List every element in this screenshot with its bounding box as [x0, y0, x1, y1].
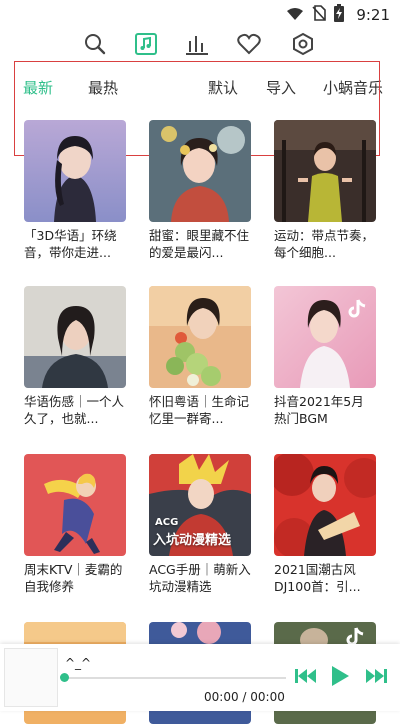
playlist-cover — [274, 286, 376, 388]
playlist-title: 怀旧粤语｜生命记忆里一群寄... — [149, 394, 250, 426]
progress-knob[interactable] — [60, 673, 69, 682]
playlist-cover — [274, 454, 376, 556]
top-tabs — [0, 32, 400, 62]
player-cover[interactable] — [4, 648, 58, 707]
playlist-card[interactable]: 怀旧粤语｜生命记忆里一群寄... — [149, 286, 251, 427]
playlist-title: 运动：带点节奏，每个细胞... — [274, 228, 375, 260]
wifi-icon — [286, 6, 304, 25]
playlist-cover — [24, 120, 126, 222]
previous-icon — [294, 667, 318, 689]
playlist-cover: ACG 入坑动漫精选 — [149, 454, 251, 556]
status-bar: 9:21 — [0, 0, 400, 30]
playlist-card[interactable]: 「3D华语」环绕音，带你走进... — [24, 120, 126, 261]
previous-button[interactable] — [292, 664, 320, 692]
playlist-card[interactable]: 抖音2021年5月热门BGM — [274, 286, 376, 427]
tab-search[interactable] — [81, 32, 109, 60]
playlist-card[interactable]: 运动：带点节奏，每个细胞... — [274, 120, 376, 261]
playlist-card[interactable]: 周末KTV｜麦霸的自我修养 — [24, 454, 126, 595]
playlist-cover — [149, 120, 251, 222]
playlist-title: 周末KTV｜麦霸的自我修养 — [24, 562, 123, 594]
battery-charging-icon — [334, 4, 345, 26]
player-time: 00:00 / 00:00 — [204, 690, 285, 704]
cover-overlay-small: ACG — [155, 517, 179, 528]
playlist-title: 抖音2021年5月热门BGM — [274, 394, 364, 426]
playlist-cover — [24, 286, 126, 388]
playlist-cover — [24, 454, 126, 556]
playlist-card[interactable]: 华语伤感｜一个人久了，也就... — [24, 286, 126, 427]
playlist-title: ACG手册｜萌新入坑动漫精选 — [149, 562, 251, 594]
playlist-cover — [149, 286, 251, 388]
status-icons: 9:21 — [286, 4, 390, 26]
playlist-card[interactable]: 甜蜜：眼里藏不住的爱是最闪... — [149, 120, 251, 261]
track-name: ^_^ — [65, 656, 92, 670]
cover-overlay-text: 入坑动漫精选 — [153, 533, 232, 548]
playlist-card[interactable]: 2021国潮古风DJ100首：引... — [274, 454, 376, 595]
heart-icon — [237, 33, 261, 59]
playlist-card[interactable]: ACG 入坑动漫精选 ACG手册｜萌新入坑动漫精选 — [149, 454, 251, 595]
settings-icon — [291, 32, 315, 60]
playlist-cover — [274, 120, 376, 222]
play-icon — [329, 664, 351, 692]
playlist-title: 华语伤感｜一个人久了，也就... — [24, 394, 125, 426]
progress-bar[interactable] — [60, 673, 286, 682]
next-button[interactable] — [362, 664, 390, 692]
tab-settings[interactable] — [289, 32, 317, 60]
status-time: 9:21 — [356, 6, 390, 24]
tab-chart[interactable] — [183, 32, 211, 60]
chart-bars-icon — [185, 33, 209, 59]
no-sim-icon — [312, 5, 327, 25]
tab-music[interactable] — [132, 32, 160, 60]
next-icon — [364, 667, 388, 689]
play-button[interactable] — [326, 664, 354, 692]
music-note-icon — [134, 32, 158, 60]
search-icon — [84, 33, 106, 59]
playlist-title: 甜蜜：眼里藏不住的爱是最闪... — [149, 228, 250, 260]
tab-favorites[interactable] — [235, 32, 263, 60]
playlist-title: 2021国潮古风DJ100首：引... — [274, 562, 361, 594]
playlist-title: 「3D华语」环绕音，带你走进... — [24, 228, 117, 260]
mini-player: ^_^ 00:00 / 00:00 — [0, 644, 400, 711]
